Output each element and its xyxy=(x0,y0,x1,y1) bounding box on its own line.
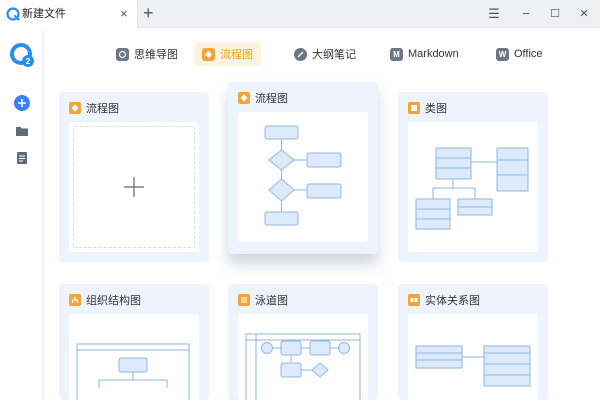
document-icon[interactable] xyxy=(13,149,31,167)
template-card-blank-flowchart[interactable]: 流程图 xyxy=(59,92,209,262)
menu-button[interactable]: ☰ xyxy=(484,4,504,24)
card-preview xyxy=(408,314,538,400)
office-icon: W xyxy=(496,47,509,61)
card-title: 类图 xyxy=(425,103,447,115)
file-tab[interactable]: 新建文件 × xyxy=(0,0,138,28)
tab-outline-label: 大纲笔记 xyxy=(312,49,356,61)
swimlane-preview-icon xyxy=(245,333,361,400)
template-card-swimlane[interactable]: 泳道图 xyxy=(228,284,378,400)
card-preview xyxy=(69,122,199,252)
flowchart-preview-icon xyxy=(264,125,342,226)
card-preview xyxy=(408,122,538,252)
er-diagram-icon xyxy=(408,294,420,306)
plus-icon xyxy=(124,177,144,197)
tab-close-button[interactable]: × xyxy=(120,5,128,23)
close-window-button[interactable]: × xyxy=(574,4,594,24)
tab-office[interactable]: W Office xyxy=(488,42,551,66)
tab-flowchart[interactable]: 流程图 xyxy=(194,42,261,66)
tab-mindmap-label: 思维导图 xyxy=(134,49,178,61)
mindmap-icon xyxy=(116,47,129,61)
folder-icon[interactable] xyxy=(13,122,31,140)
diagram-type-tabs: 思维导图 流程图 大纲笔记 M Markdown W Office xyxy=(44,28,600,80)
tab-markdown-label: Markdown xyxy=(408,48,459,60)
tab-flowchart-label: 流程图 xyxy=(220,49,253,61)
class-diagram-preview-icon xyxy=(415,147,529,230)
card-header: 流程图 xyxy=(69,100,119,116)
card-header: 泳道图 xyxy=(238,292,288,308)
tab-title: 新建文件 xyxy=(22,8,66,20)
card-preview xyxy=(238,314,368,400)
swimlane-icon xyxy=(238,294,250,306)
card-header: 流程图 xyxy=(238,90,288,106)
app-logo: 2 xyxy=(10,43,34,67)
template-card-class-diagram[interactable]: 类图 xyxy=(398,92,548,262)
card-header: 类图 xyxy=(408,100,447,116)
org-chart-preview-icon xyxy=(76,343,190,400)
er-diagram-preview-icon xyxy=(415,345,531,387)
minimize-button[interactable]: − xyxy=(516,4,536,24)
app-logo-icon xyxy=(6,7,20,21)
new-tab-button[interactable]: + xyxy=(143,2,154,24)
card-title: 实体关系图 xyxy=(425,295,480,307)
card-header: 组织结构图 xyxy=(69,292,141,308)
template-card-flowchart[interactable]: 流程图 xyxy=(228,82,378,254)
org-chart-icon xyxy=(69,294,81,306)
flowchart-icon xyxy=(202,47,215,61)
card-title: 流程图 xyxy=(255,93,288,105)
tab-markdown[interactable]: M Markdown xyxy=(382,42,467,66)
card-preview xyxy=(238,112,368,242)
tab-outline[interactable]: 大纲笔记 xyxy=(286,42,364,66)
add-icon[interactable] xyxy=(13,94,31,112)
card-title: 泳道图 xyxy=(255,295,288,307)
template-card-er-diagram[interactable]: 实体关系图 xyxy=(398,284,548,400)
card-header: 实体关系图 xyxy=(408,292,480,308)
card-preview xyxy=(69,314,199,400)
title-bar: 新建文件 × + ☰ − ☐ × xyxy=(0,0,600,28)
card-title: 流程图 xyxy=(86,103,119,115)
markdown-icon: M xyxy=(390,47,403,61)
outline-icon xyxy=(294,47,307,61)
svg-text:2: 2 xyxy=(26,57,31,66)
class-diagram-icon xyxy=(408,102,420,114)
flowchart-icon xyxy=(69,102,81,114)
template-card-org-chart[interactable]: 组织结构图 xyxy=(59,284,209,400)
flowchart-icon xyxy=(238,92,250,104)
maximize-button[interactable]: ☐ xyxy=(545,4,565,24)
tab-mindmap[interactable]: 思维导图 xyxy=(108,42,186,66)
card-title: 组织结构图 xyxy=(86,295,141,307)
left-sidebar: 2 xyxy=(0,28,44,400)
tab-office-label: Office xyxy=(514,48,543,60)
